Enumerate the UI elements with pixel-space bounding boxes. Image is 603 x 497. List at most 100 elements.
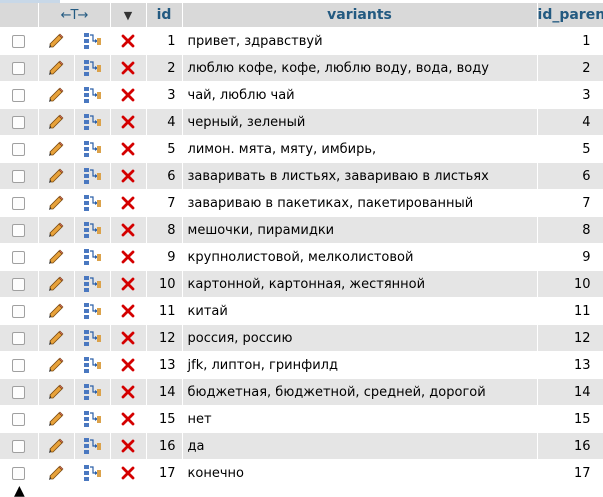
table-row[interactable]: 15 нет 15 xyxy=(0,405,603,433)
edit-button[interactable] xyxy=(38,189,75,217)
delete-icon[interactable] xyxy=(120,330,136,346)
copy-button[interactable] xyxy=(74,216,111,244)
table-row[interactable]: 2 люблю кофе, кофе, люблю воду, вода, вод… xyxy=(0,54,603,82)
row-checkbox[interactable] xyxy=(12,196,26,210)
row-checkbox[interactable] xyxy=(12,466,26,480)
pencil-icon[interactable] xyxy=(47,32,65,50)
column-header-id-parent[interactable]: id_parent xyxy=(537,3,603,28)
copy-button[interactable] xyxy=(74,405,111,433)
copy-button[interactable] xyxy=(74,81,111,109)
copy-button[interactable] xyxy=(74,351,111,379)
edit-button[interactable] xyxy=(38,243,75,271)
row-checkbox[interactable] xyxy=(12,277,26,291)
copy-button[interactable] xyxy=(74,189,111,217)
edit-button[interactable] xyxy=(38,216,75,244)
row-checkbox-cell[interactable] xyxy=(0,189,39,217)
edit-button[interactable] xyxy=(38,297,75,325)
row-checkbox-cell[interactable] xyxy=(0,351,39,379)
pencil-icon[interactable] xyxy=(47,248,65,266)
row-checkbox-cell[interactable] xyxy=(0,81,39,109)
copy-icon[interactable] xyxy=(82,437,102,455)
row-checkbox-cell[interactable] xyxy=(0,135,39,163)
copy-button[interactable] xyxy=(74,297,111,325)
row-checkbox[interactable] xyxy=(12,115,26,129)
delete-button[interactable] xyxy=(110,351,147,379)
delete-button[interactable] xyxy=(110,216,147,244)
row-checkbox-cell[interactable] xyxy=(0,216,39,244)
copy-button[interactable] xyxy=(74,162,111,190)
delete-icon[interactable] xyxy=(120,276,136,292)
copy-icon[interactable] xyxy=(82,302,102,320)
edit-button[interactable] xyxy=(38,351,75,379)
delete-icon[interactable] xyxy=(120,411,136,427)
edit-button[interactable] xyxy=(38,270,75,298)
delete-icon[interactable] xyxy=(120,357,136,373)
copy-icon[interactable] xyxy=(82,410,102,428)
row-checkbox-cell[interactable] xyxy=(0,297,39,325)
row-checkbox[interactable] xyxy=(12,385,26,399)
delete-button[interactable] xyxy=(110,243,147,271)
copy-button[interactable] xyxy=(74,108,111,136)
row-checkbox[interactable] xyxy=(12,412,26,426)
row-checkbox-cell[interactable] xyxy=(0,243,39,271)
row-checkbox-cell[interactable] xyxy=(0,270,39,298)
copy-button[interactable] xyxy=(74,27,111,55)
copy-icon[interactable] xyxy=(82,248,102,266)
delete-button[interactable] xyxy=(110,270,147,298)
copy-button[interactable] xyxy=(74,243,111,271)
row-checkbox-cell[interactable] xyxy=(0,378,39,406)
delete-icon[interactable] xyxy=(120,303,136,319)
edit-button[interactable] xyxy=(38,81,75,109)
edit-button[interactable] xyxy=(38,135,75,163)
pencil-icon[interactable] xyxy=(47,410,65,428)
row-checkbox[interactable] xyxy=(12,169,26,183)
column-resize-handle[interactable]: ←T→ xyxy=(38,3,111,28)
copy-icon[interactable] xyxy=(82,329,102,347)
pencil-icon[interactable] xyxy=(47,437,65,455)
edit-button[interactable] xyxy=(38,54,75,82)
delete-button[interactable] xyxy=(110,324,147,352)
delete-icon[interactable] xyxy=(120,222,136,238)
pencil-icon[interactable] xyxy=(47,167,65,185)
delete-icon[interactable] xyxy=(120,195,136,211)
pencil-icon[interactable] xyxy=(47,59,65,77)
pencil-icon[interactable] xyxy=(47,221,65,239)
table-row[interactable]: 3 чай, люблю чай 3 xyxy=(0,81,603,109)
edit-button[interactable] xyxy=(38,432,75,460)
table-row[interactable]: 4 черный, зеленый 4 xyxy=(0,108,603,136)
row-checkbox[interactable] xyxy=(12,358,26,372)
delete-icon[interactable] xyxy=(120,465,136,481)
table-row[interactable]: 6 заваривать в листьях, завариваю в листь… xyxy=(0,162,603,190)
table-row[interactable]: 8 мешочки, пирамидки 8 xyxy=(0,216,603,244)
copy-icon[interactable] xyxy=(82,383,102,401)
row-checkbox[interactable] xyxy=(12,34,26,48)
delete-icon[interactable] xyxy=(120,249,136,265)
row-checkbox[interactable] xyxy=(12,61,26,75)
pencil-icon[interactable] xyxy=(47,275,65,293)
row-checkbox[interactable] xyxy=(12,142,26,156)
copy-icon[interactable] xyxy=(82,167,102,185)
pencil-icon[interactable] xyxy=(47,329,65,347)
delete-button[interactable] xyxy=(110,108,147,136)
delete-icon[interactable] xyxy=(120,33,136,49)
row-checkbox[interactable] xyxy=(12,331,26,345)
row-checkbox[interactable] xyxy=(12,439,26,453)
pencil-icon[interactable] xyxy=(47,383,65,401)
delete-button[interactable] xyxy=(110,405,147,433)
copy-icon[interactable] xyxy=(82,86,102,104)
row-checkbox-cell[interactable] xyxy=(0,27,39,55)
delete-icon[interactable] xyxy=(120,141,136,157)
delete-button[interactable] xyxy=(110,378,147,406)
pencil-icon[interactable] xyxy=(47,356,65,374)
pencil-icon[interactable] xyxy=(47,302,65,320)
delete-button[interactable] xyxy=(110,162,147,190)
copy-icon[interactable] xyxy=(82,140,102,158)
edit-button[interactable] xyxy=(38,405,75,433)
pencil-icon[interactable] xyxy=(47,464,65,482)
copy-button[interactable] xyxy=(74,378,111,406)
row-checkbox[interactable] xyxy=(12,304,26,318)
delete-button[interactable] xyxy=(110,81,147,109)
edit-button[interactable] xyxy=(38,324,75,352)
row-checkbox-cell[interactable] xyxy=(0,162,39,190)
copy-button[interactable] xyxy=(74,270,111,298)
